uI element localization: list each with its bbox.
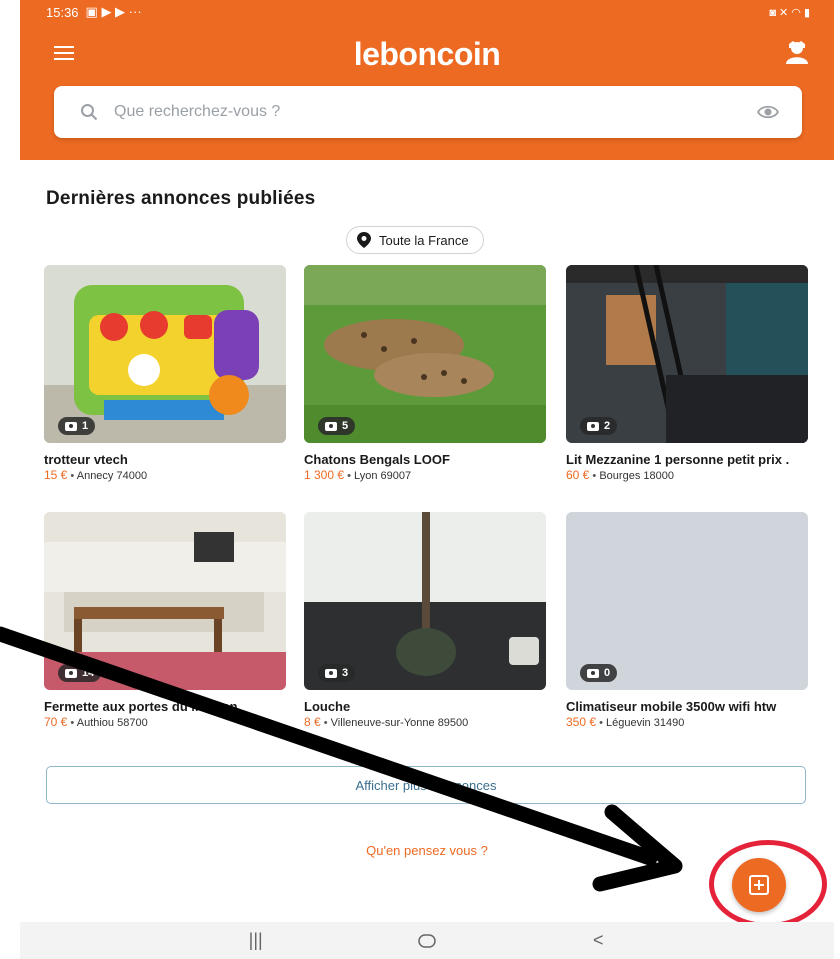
location-pin-icon bbox=[357, 232, 371, 248]
listing-meta: 15 € • Annecy 74000 bbox=[44, 468, 148, 482]
listing-photo: 14 bbox=[44, 512, 286, 690]
photo-count-badge: 0 bbox=[580, 664, 618, 682]
photo-count-badge: 3 bbox=[318, 664, 356, 682]
photo-count: 3 bbox=[342, 667, 349, 679]
system-nav-bar: ||| < bbox=[20, 922, 834, 959]
listing-price: 15 € bbox=[44, 468, 68, 482]
search-icon bbox=[81, 104, 98, 121]
listing-title: Chatons Bengals LOOF bbox=[304, 452, 450, 467]
eye-icon[interactable] bbox=[756, 100, 780, 124]
show-more-button[interactable]: Afficher plus d'annonces bbox=[46, 766, 806, 804]
status-bar: 15:36 ▣ ▶ ▶ ··· ◙ ✕ ◠ ▮ bbox=[20, 0, 834, 24]
photo-count: 0 bbox=[604, 667, 611, 679]
listing-price: 350 € bbox=[566, 715, 597, 729]
listing-photo: 1 bbox=[44, 265, 286, 443]
listing-location: Lyon 69007 bbox=[354, 470, 412, 482]
listing-title: trotteur vtech bbox=[44, 452, 128, 467]
photo-count-badge: 2 bbox=[580, 417, 618, 435]
photo-count-badge: 14 bbox=[58, 664, 102, 682]
camera-icon bbox=[65, 421, 77, 431]
location-filter-label: Toute la France bbox=[379, 232, 469, 248]
add-ad-icon bbox=[749, 875, 769, 895]
listing-title: Louche bbox=[304, 699, 351, 714]
search-input[interactable]: Que recherchez-vous ? bbox=[54, 86, 802, 138]
camera-icon bbox=[325, 668, 337, 678]
listing-price: 8 € bbox=[304, 715, 321, 729]
listing-card[interactable]: 5 Chatons Bengals LOOF 1 300 € • Lyon 69… bbox=[304, 265, 546, 484]
listing-meta: 70 € • Authiou 58700 bbox=[44, 715, 148, 729]
listing-location: Villeneuve-sur-Yonne 89500 bbox=[330, 717, 469, 729]
listing-photo: 3 bbox=[304, 512, 546, 690]
recent-apps-icon[interactable]: ||| bbox=[241, 930, 271, 951]
listing-meta: 350 € • Léguevin 31490 bbox=[566, 715, 685, 729]
location-filter-button[interactable]: Toute la France bbox=[346, 226, 484, 254]
search-placeholder: Que recherchez-vous ? bbox=[114, 103, 281, 120]
section-title: Dernières annonces publiées bbox=[46, 188, 316, 209]
listing-price: 1 300 € bbox=[304, 468, 345, 482]
app-logo: leboncoin bbox=[353, 36, 501, 72]
profile-icon[interactable] bbox=[784, 40, 810, 66]
back-icon[interactable]: < bbox=[583, 930, 613, 951]
camera-icon bbox=[65, 668, 77, 678]
listing-location: Bourges 18000 bbox=[599, 470, 674, 482]
app-header: 15:36 ▣ ▶ ▶ ··· ◙ ✕ ◠ ▮ leboncoin Que re… bbox=[20, 0, 834, 160]
listing-meta: 1 300 € • Lyon 69007 bbox=[304, 468, 412, 482]
notification-icon: ▣ ▶ ▶ ··· bbox=[85, 4, 142, 19]
listing-title: Fermette aux portes du Morvan bbox=[44, 699, 238, 714]
listing-title: Climatiseur mobile 3500w wifi htw bbox=[566, 699, 777, 714]
listing-location: Authiou 58700 bbox=[76, 717, 148, 729]
system-status-icons: ◙ ✕ ◠ ▮ bbox=[769, 6, 810, 19]
listing-photo-placeholder: 0 bbox=[566, 512, 808, 690]
listing-card[interactable]: 1 trotteur vtech 15 € • Annecy 74000 bbox=[44, 265, 286, 484]
listing-price: 60 € bbox=[566, 468, 590, 482]
photo-count-badge: 1 bbox=[58, 417, 96, 435]
app-screen: 15:36 ▣ ▶ ▶ ··· ◙ ✕ ◠ ▮ leboncoin Que re… bbox=[20, 0, 834, 959]
camera-icon bbox=[325, 421, 337, 431]
photo-count: 1 bbox=[82, 420, 89, 432]
photo-count-badge: 5 bbox=[318, 417, 356, 435]
listing-location: Annecy 74000 bbox=[76, 470, 148, 482]
listing-card[interactable]: 3 Louche 8 € • Villeneuve-sur-Yonne 8950… bbox=[304, 512, 546, 731]
listing-price: 70 € bbox=[44, 715, 68, 729]
listing-meta: 60 € • Bourges 18000 bbox=[566, 468, 674, 482]
listing-card[interactable]: 0 Climatiseur mobile 3500w wifi htw 350 … bbox=[566, 512, 808, 731]
listing-photo: 5 bbox=[304, 265, 546, 443]
status-time: 15:36 bbox=[46, 4, 79, 20]
listing-card[interactable]: 14 Fermette aux portes du Morvan 70 € • … bbox=[44, 512, 286, 731]
listing-card[interactable]: 2 Lit Mezzanine 1 personne petit prix . … bbox=[566, 265, 808, 484]
camera-icon bbox=[587, 421, 599, 431]
photo-count: 5 bbox=[342, 420, 349, 432]
listing-location: Léguevin 31490 bbox=[606, 717, 685, 729]
listing-photo: 2 bbox=[566, 265, 808, 443]
camera-icon bbox=[587, 668, 599, 678]
photo-count: 14 bbox=[82, 667, 95, 679]
feedback-link[interactable]: Qu'en pensez vous ? bbox=[20, 843, 834, 858]
listing-meta: 8 € • Villeneuve-sur-Yonne 89500 bbox=[304, 715, 469, 729]
post-ad-button[interactable] bbox=[732, 858, 786, 912]
home-icon[interactable] bbox=[412, 931, 442, 951]
photo-count: 2 bbox=[604, 420, 611, 432]
listing-title: Lit Mezzanine 1 personne petit prix . bbox=[566, 452, 790, 467]
